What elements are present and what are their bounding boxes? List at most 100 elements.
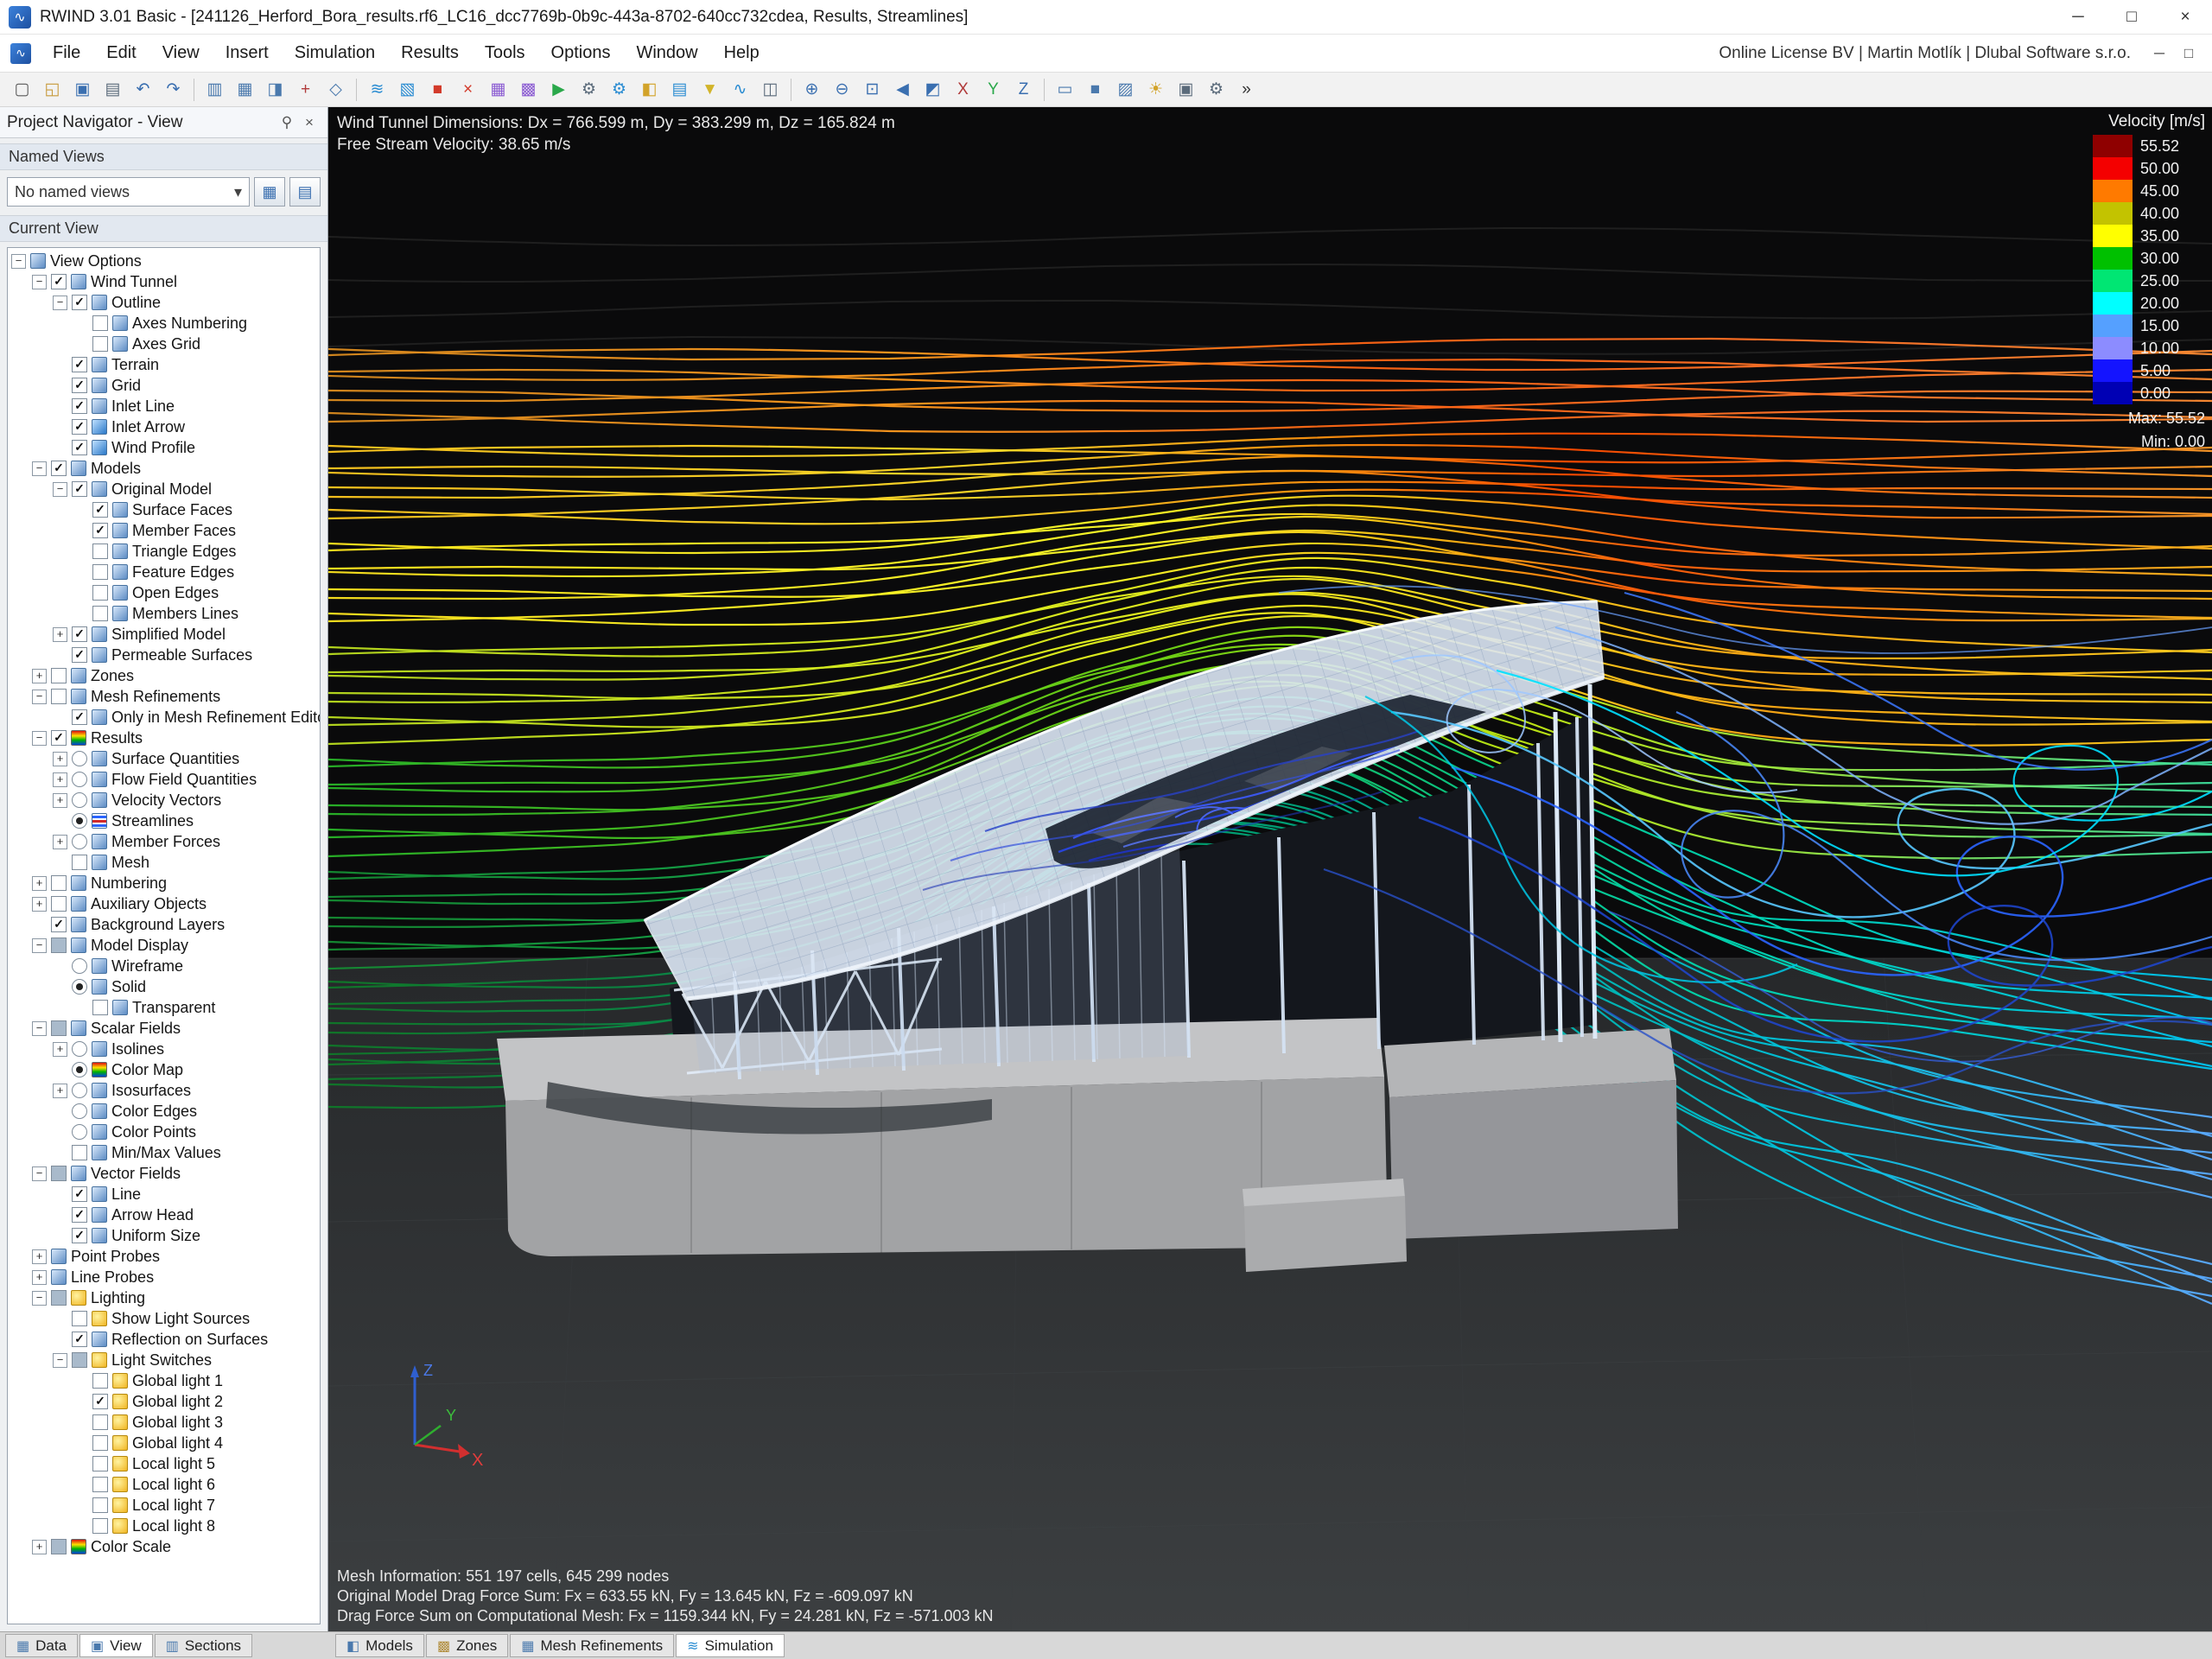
radio-off-icon[interactable] — [72, 1041, 87, 1057]
expand-icon[interactable]: + — [32, 1539, 47, 1554]
checkbox-unchecked-icon[interactable] — [92, 564, 108, 580]
tree-item[interactable]: Transparent — [8, 997, 320, 1018]
run-simulation-icon[interactable]: ▶ — [544, 76, 573, 104]
tree-item[interactable]: − Mesh Refinements — [8, 686, 320, 707]
checkbox-unchecked-icon[interactable] — [92, 315, 108, 331]
checkbox-checked-icon[interactable]: ✓ — [72, 419, 87, 435]
tree-item[interactable]: ✓ Inlet Arrow — [8, 416, 320, 437]
checkbox-partial-icon[interactable] — [51, 1020, 67, 1036]
checkbox-unchecked-icon[interactable] — [92, 543, 108, 559]
scene-canvas[interactable]: X Y Z — [328, 107, 2212, 1631]
collapse-icon[interactable]: − — [11, 253, 26, 269]
mdi-minimize-button[interactable]: ─ — [2145, 45, 2174, 62]
tree-item[interactable]: ✓ Arrow Head — [8, 1205, 320, 1225]
tree-item[interactable]: ✓ Wind Profile — [8, 437, 320, 458]
radio-off-icon[interactable] — [72, 1083, 87, 1098]
checkbox-checked-icon[interactable]: ✓ — [72, 357, 87, 372]
show-results-icon[interactable]: ◧ — [635, 76, 664, 104]
tree-item[interactable]: Open Edges — [8, 582, 320, 603]
tree-item[interactable]: + Zones — [8, 665, 320, 686]
radio-off-icon[interactable] — [72, 958, 87, 974]
checkbox-unchecked-icon[interactable] — [92, 1414, 108, 1430]
tree-item[interactable]: + Line Probes — [8, 1267, 320, 1287]
tree-item[interactable]: Axes Grid — [8, 334, 320, 354]
menu-results[interactable]: Results — [388, 38, 472, 68]
collapse-icon[interactable]: − — [32, 689, 47, 704]
generate-mesh-icon[interactable]: ▦ — [484, 76, 512, 104]
checkbox-unchecked-icon[interactable] — [72, 1311, 87, 1326]
tree-item[interactable]: Local light 5 — [8, 1453, 320, 1474]
crosshair-icon[interactable]: + — [291, 76, 320, 104]
collapse-icon[interactable]: − — [32, 274, 47, 289]
checkbox-checked-icon[interactable]: ✓ — [72, 1332, 87, 1347]
tab-sections[interactable]: ▥ Sections — [154, 1634, 253, 1657]
checkbox-checked-icon[interactable]: ✓ — [51, 461, 67, 476]
result-tables-icon[interactable]: ▤ — [665, 76, 694, 104]
checkbox-checked-icon[interactable]: ✓ — [72, 1207, 87, 1223]
tree-item[interactable]: Members Lines — [8, 603, 320, 624]
clipping-plane-icon[interactable]: ◫ — [756, 76, 785, 104]
view-z-icon[interactable]: Z — [1009, 76, 1038, 104]
tree-item[interactable]: Solid — [8, 976, 320, 997]
tree-item[interactable]: + Velocity Vectors — [8, 790, 320, 810]
collapse-icon[interactable]: − — [53, 1352, 67, 1368]
tree-item[interactable]: Global light 1 — [8, 1370, 320, 1391]
checkbox-unchecked-icon[interactable] — [51, 875, 67, 891]
filter-results-icon[interactable]: ▼ — [696, 76, 724, 104]
collapse-icon[interactable]: − — [53, 481, 67, 497]
collapse-icon[interactable]: − — [32, 1166, 47, 1181]
tab-view[interactable]: ▣ View — [79, 1634, 153, 1657]
expand-icon[interactable]: + — [53, 792, 67, 808]
cancel-icon[interactable]: × — [454, 76, 482, 104]
tree-item[interactable]: ✓ Terrain — [8, 354, 320, 375]
checkbox-checked-icon[interactable]: ✓ — [72, 626, 87, 642]
expand-icon[interactable]: + — [32, 896, 47, 912]
tree-item[interactable]: − ✓ Original Model — [8, 479, 320, 499]
checkbox-checked-icon[interactable]: ✓ — [72, 647, 87, 663]
tree-item[interactable]: Mesh — [8, 852, 320, 873]
checkbox-checked-icon[interactable]: ✓ — [72, 295, 87, 310]
tree-item[interactable]: + Color Scale — [8, 1536, 320, 1557]
calculation-parameters-icon[interactable]: ⚙ — [605, 76, 633, 104]
checkbox-unchecked-icon[interactable] — [92, 585, 108, 601]
expand-icon[interactable]: + — [53, 751, 67, 766]
stop-calculation-icon[interactable]: ■ — [423, 76, 452, 104]
checkbox-unchecked-icon[interactable] — [92, 606, 108, 621]
view-y-icon[interactable]: Y — [979, 76, 1007, 104]
expand-icon[interactable]: + — [32, 875, 47, 891]
checkbox-partial-icon[interactable] — [51, 1539, 67, 1554]
checkbox-unchecked-icon[interactable] — [92, 1000, 108, 1015]
tree-item[interactable]: Global light 3 — [8, 1412, 320, 1433]
maximize-button[interactable]: □ — [2105, 0, 2158, 34]
tree-item[interactable]: + Flow Field Quantities — [8, 769, 320, 790]
checkbox-unchecked-icon[interactable] — [51, 896, 67, 912]
checkbox-unchecked-icon[interactable] — [72, 1145, 87, 1160]
previous-view-icon[interactable]: ◀ — [888, 76, 917, 104]
checkbox-checked-icon[interactable]: ✓ — [92, 502, 108, 518]
tree-item[interactable]: Color Points — [8, 1122, 320, 1142]
tree-item[interactable]: Show Light Sources — [8, 1308, 320, 1329]
tree-item[interactable]: − ✓ Results — [8, 728, 320, 748]
screenshot-icon[interactable]: ▣ — [1172, 76, 1200, 104]
zoom-out-icon[interactable]: ⊖ — [828, 76, 856, 104]
open-model-icon[interactable]: ◱ — [38, 76, 67, 104]
radio-off-icon[interactable] — [72, 792, 87, 808]
tab-data[interactable]: ▦ Data — [5, 1634, 79, 1657]
tab-mesh-refinements[interactable]: ▦ Mesh Refinements — [510, 1634, 675, 1657]
tree-item[interactable]: + Surface Quantities — [8, 748, 320, 769]
expand-icon[interactable]: + — [53, 1041, 67, 1057]
tree-item[interactable]: − ✓ Outline — [8, 292, 320, 313]
tree-item[interactable]: − ✓ Wind Tunnel — [8, 271, 320, 292]
tree-item[interactable]: + Member Forces — [8, 831, 320, 852]
radio-on-icon[interactable] — [72, 1062, 87, 1077]
tree-item[interactable]: + ✓ Simplified Model — [8, 624, 320, 645]
tree-item[interactable]: Feature Edges — [8, 562, 320, 582]
menu-file[interactable]: File — [40, 38, 93, 68]
checkbox-checked-icon[interactable]: ✓ — [72, 398, 87, 414]
collapse-icon[interactable]: − — [53, 295, 67, 310]
tree-item[interactable]: ✓ Uniform Size — [8, 1225, 320, 1246]
navigator-icon[interactable]: ▥ — [200, 76, 229, 104]
close-button[interactable]: × — [2158, 0, 2212, 34]
tree-item[interactable]: ✓ Global light 2 — [8, 1391, 320, 1412]
collapse-icon[interactable]: − — [32, 461, 47, 476]
